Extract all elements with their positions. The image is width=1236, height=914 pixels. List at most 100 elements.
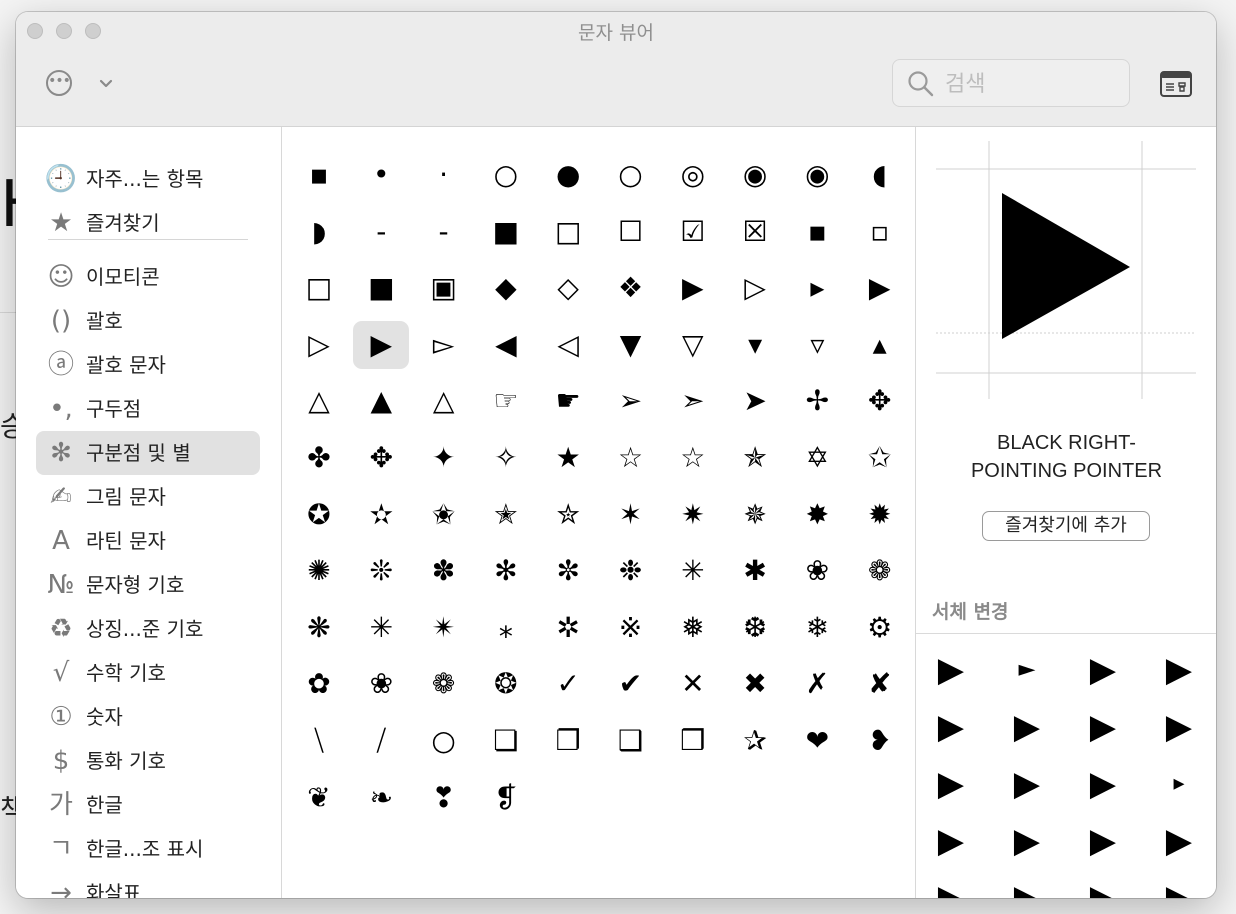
character-cell[interactable]: ✤ — [291, 434, 347, 482]
character-cell[interactable]: ❂ — [478, 660, 534, 708]
character-cell[interactable]: ‑ — [416, 208, 472, 256]
character-cell[interactable]: ❊ — [353, 547, 409, 595]
character-cell[interactable]: ◗ — [291, 208, 347, 256]
font-variation-cell[interactable]: ▶ — [1068, 816, 1138, 866]
character-cell[interactable]: ◉ — [789, 151, 845, 199]
character-cell[interactable]: ✯ — [727, 434, 783, 482]
character-cell[interactable]: ▸ — [789, 264, 845, 312]
sidebar-item[interactable]: → 화살표 — [36, 871, 260, 898]
character-cell[interactable]: ▪ — [789, 208, 845, 256]
character-cell[interactable]: ▫ — [852, 208, 908, 256]
character-cell[interactable]: ✹ — [852, 491, 908, 539]
character-cell[interactable]: ◇ — [540, 264, 596, 312]
font-variation-cell[interactable]: ► — [992, 645, 1062, 695]
character-cell[interactable]: ▶ — [665, 264, 721, 312]
font-variation-cell[interactable]: ▶ — [992, 759, 1062, 809]
more-options-icon[interactable]: ••• — [46, 70, 72, 96]
character-cell[interactable]: ✘ — [852, 660, 908, 708]
sidebar-item[interactable]: A 라틴 문자 — [36, 519, 260, 563]
character-cell[interactable]: ➤ — [727, 377, 783, 425]
character-cell[interactable]: ✺ — [291, 547, 347, 595]
character-cell[interactable]: ✻ — [478, 547, 534, 595]
character-cell[interactable]: ❀ — [789, 547, 845, 595]
character-cell[interactable]: ▼ — [603, 321, 659, 369]
character-cell[interactable]: · — [416, 151, 472, 199]
character-cell[interactable]: ☑ — [665, 208, 721, 256]
character-cell[interactable]: ✥ — [353, 434, 409, 482]
character-cell[interactable]: ✰ — [727, 717, 783, 765]
font-variation-cell[interactable]: ▶ — [992, 873, 1062, 898]
font-variation-cell[interactable]: ▶ — [916, 702, 986, 752]
character-cell[interactable]: ❁ — [416, 660, 472, 708]
character-cell[interactable]: ✿ — [291, 660, 347, 708]
character-cell[interactable]: ✥ — [852, 377, 908, 425]
sidebar-item[interactable]: ☺ 이모티콘 — [36, 255, 260, 299]
character-cell[interactable]: ● — [540, 151, 596, 199]
character-cell[interactable]: ❣ — [416, 774, 472, 822]
sidebar-item[interactable]: ⓐ 괄호 문자 — [36, 343, 260, 387]
character-cell[interactable]: ▽ — [665, 321, 721, 369]
character-cell[interactable]: ❏ — [478, 717, 534, 765]
character-cell[interactable]: ✲ — [540, 604, 596, 652]
sidebar-item[interactable]: ① 숫자 — [36, 695, 260, 739]
character-cell[interactable]: ✮ — [540, 491, 596, 539]
character-cell[interactable]: ⁎ — [478, 604, 534, 652]
character-cell[interactable]: ☞ — [478, 377, 534, 425]
character-cell[interactable]: ✷ — [665, 491, 721, 539]
font-variation-cell[interactable]: ▶ — [1144, 702, 1214, 752]
character-cell[interactable]: ❒ — [665, 717, 721, 765]
character-cell[interactable]: ☛ — [540, 377, 596, 425]
character-cell[interactable]: ❁ — [852, 547, 908, 595]
sidebar-item[interactable]: 🕘 자주...는 항목 — [36, 157, 260, 201]
search-field[interactable] — [892, 59, 1130, 107]
character-cell[interactable]: ✔ — [603, 660, 659, 708]
character-cell[interactable]: ■ — [478, 208, 534, 256]
character-cell[interactable]: ✪ — [291, 491, 347, 539]
sidebar-item[interactable]: ♻ 상징...준 기호 — [36, 607, 260, 651]
character-cell[interactable]: ❖ — [603, 264, 659, 312]
character-cell[interactable]: ❋ — [291, 604, 347, 652]
character-cell[interactable]: ✢ — [789, 377, 845, 425]
chevron-down-icon[interactable] — [98, 76, 114, 92]
character-cell[interactable]: ❑ — [603, 717, 659, 765]
sidebar-item[interactable]: () 괄호 — [36, 299, 260, 343]
character-cell[interactable]: ◎ — [665, 151, 721, 199]
search-input[interactable] — [943, 68, 1117, 100]
font-variation-cell[interactable]: ▶ — [1068, 759, 1138, 809]
sidebar-item[interactable]: ㄱ 한글...조 표시 — [36, 827, 260, 871]
character-cell[interactable]: • — [353, 151, 409, 199]
character-cell[interactable]: ◉ — [727, 151, 783, 199]
character-cell[interactable]: □ — [291, 264, 347, 312]
character-cell[interactable]: ➣ — [665, 377, 721, 425]
character-cell[interactable]: ▾ — [727, 321, 783, 369]
character-cell[interactable]: △ — [291, 377, 347, 425]
character-cell[interactable]: ⧹ — [291, 717, 347, 765]
character-cell[interactable]: ▻ — [416, 321, 472, 369]
character-cell[interactable]: ➢ — [603, 377, 659, 425]
font-variation-cell[interactable]: ▶ — [1144, 645, 1214, 695]
character-cell[interactable]: ✗ — [789, 660, 845, 708]
font-variation-cell[interactable]: ▶ — [1144, 873, 1214, 898]
font-variation-cell[interactable]: ▸ — [1144, 759, 1214, 809]
character-cell[interactable]: ★ — [540, 434, 596, 482]
character-cell[interactable]: ✦ — [416, 434, 472, 482]
character-cell[interactable]: ❧ — [353, 774, 409, 822]
character-cell[interactable]: ○ — [416, 717, 472, 765]
character-cell[interactable]: ✧ — [478, 434, 534, 482]
character-cell[interactable]: ▷ — [727, 264, 783, 312]
font-variation-cell[interactable]: ▶ — [1144, 816, 1214, 866]
character-cell[interactable]: ▲ — [353, 377, 409, 425]
character-cell[interactable]: ✽ — [416, 547, 472, 595]
character-cell[interactable]: ▣ — [416, 264, 472, 312]
font-variation-cell[interactable]: ▶ — [1068, 702, 1138, 752]
character-cell[interactable]: ✓ — [540, 660, 596, 708]
sidebar-item[interactable]: √ 수학 기호 — [36, 651, 260, 695]
character-cell[interactable]: ✭ — [478, 491, 534, 539]
character-cell[interactable]: □ — [540, 208, 596, 256]
character-cell[interactable]: ✱ — [727, 547, 783, 595]
character-cell[interactable]: ✕ — [665, 660, 721, 708]
character-cell[interactable]: ◀ — [478, 321, 534, 369]
sidebar-item[interactable]: № 문자형 기호 — [36, 563, 260, 607]
character-cell[interactable]: ◁ — [540, 321, 596, 369]
character-cell[interactable]: ‐ — [353, 208, 409, 256]
